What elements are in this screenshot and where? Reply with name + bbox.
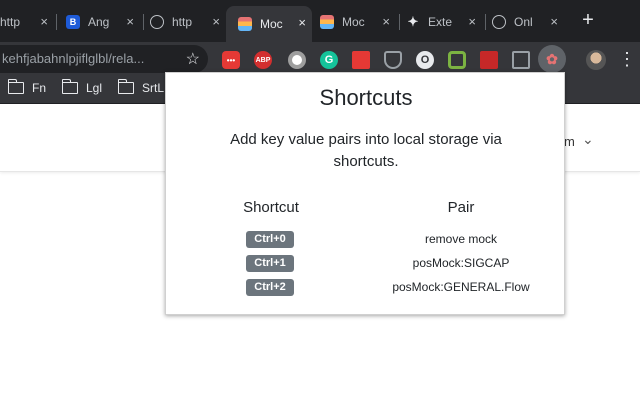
folder-icon: [7, 79, 24, 94]
shortcut-pair: posMock:GENERAL.Flow: [392, 280, 530, 294]
active-extension-button[interactable]: ✿: [538, 45, 566, 73]
close-icon[interactable]: ×: [40, 14, 48, 30]
address-bar[interactable]: kehfjabahnlpjiflglbl/rela... ☆: [0, 45, 208, 73]
book-extension-icon[interactable]: [480, 51, 498, 69]
pocket-icon[interactable]: [384, 51, 402, 69]
mock-extension-icon: [238, 17, 252, 31]
shortcut-row: Ctrl+1 posMock:SIGCAP: [166, 255, 566, 273]
shortcut-key-badge: Ctrl+1: [246, 255, 294, 272]
stack-extension-icon[interactable]: [352, 51, 370, 69]
bookmark-star-icon[interactable]: ☆: [186, 49, 200, 69]
bookmark-folder-fn[interactable]: Fn: [7, 79, 47, 95]
folder-icon: [117, 79, 134, 94]
tab-6[interactable]: ✦ Exte ×: [406, 8, 482, 36]
toolbar: kehfjabahnlpjiflglbl/rela... ☆ ••• ABP G…: [0, 42, 640, 76]
tab-separator: [485, 14, 486, 30]
tab-4-active[interactable]: Moc ×: [226, 6, 312, 42]
header-menu-text[interactable]: m: [564, 134, 575, 149]
profile-avatar[interactable]: [586, 50, 606, 70]
tab-4-label: Moc: [260, 17, 283, 31]
chevron-down-icon[interactable]: ⌄: [582, 131, 594, 148]
shortcut-row: Ctrl+2 posMock:GENERAL.Flow: [166, 279, 566, 297]
bookmark-label: SrtL: [142, 81, 165, 95]
tab-separator: [143, 14, 144, 30]
shortcut-row: Ctrl+0 remove mock: [166, 231, 566, 249]
dots-extension-icon[interactable]: •••: [222, 51, 240, 69]
grammarly-icon[interactable]: G: [320, 51, 338, 69]
kebab-icon: ⋮: [618, 49, 636, 69]
globe-icon: [150, 15, 164, 29]
tab-2-label: Ang: [88, 15, 110, 29]
tab-7[interactable]: Onl ×: [492, 8, 564, 36]
popup-description: Add key value pairs into local storage v…: [230, 131, 502, 170]
tab-separator: [399, 14, 400, 30]
extension-popup: Shortcuts Add key value pairs into local…: [165, 72, 565, 315]
square-extension-icon[interactable]: [512, 51, 530, 69]
close-icon[interactable]: ×: [212, 14, 220, 30]
bookmark-folder-srtl[interactable]: SrtL: [117, 79, 165, 95]
close-icon[interactable]: ×: [382, 14, 390, 30]
green-extension-icon[interactable]: [448, 51, 466, 69]
tab-separator: [56, 14, 57, 30]
tab-1-label: http: [0, 15, 21, 29]
tab-3-label: http: [172, 15, 193, 29]
bootstrap-icon: B: [66, 15, 80, 29]
tab-5[interactable]: Moc ×: [320, 8, 396, 36]
close-icon[interactable]: ×: [126, 14, 134, 30]
tab-5-label: Moc: [342, 15, 365, 29]
shortcut-pair: remove mock: [424, 232, 498, 246]
close-icon[interactable]: ×: [550, 14, 558, 30]
popup-title: Shortcuts: [319, 85, 413, 110]
bookmark-folder-lgl[interactable]: Lgl: [61, 79, 103, 95]
shortcut-key-badge: Ctrl+2: [246, 279, 294, 296]
tab-1[interactable]: http ×: [0, 8, 54, 36]
bookmark-label: Fn: [32, 81, 47, 95]
puzzle-icon: ✦: [407, 14, 419, 29]
shortcut-key-badge: Ctrl+0: [246, 231, 294, 248]
globe-icon: [492, 15, 506, 29]
tab-3[interactable]: http ×: [150, 8, 226, 36]
tab-7-label: Onl: [514, 15, 533, 29]
bookmark-label: Lgl: [86, 81, 103, 95]
mock-extension-icon: ✿: [546, 50, 558, 67]
tab-strip: http × B Ang × http × Moc × Moc × ✦ Exte…: [0, 0, 640, 42]
adblock-plus-icon[interactable]: ABP: [254, 51, 272, 69]
mock-extension-icon: [320, 15, 334, 29]
browser-menu-icon[interactable]: ⋮: [618, 50, 636, 68]
shortcut-column-header: Shortcut: [243, 199, 299, 216]
tab-6-label: Exte: [428, 15, 453, 29]
url-text[interactable]: kehfjabahnlpjiflglbl/rela...: [2, 51, 144, 66]
tab-2[interactable]: B Ang ×: [64, 8, 140, 36]
pair-column-header: Pair: [447, 199, 475, 216]
shortcut-pair: posMock:SIGCAP: [412, 256, 510, 270]
o-extension-icon[interactable]: O: [416, 51, 434, 69]
close-icon[interactable]: ×: [468, 14, 476, 30]
new-tab-button[interactable]: +: [578, 10, 598, 30]
close-icon[interactable]: ×: [298, 15, 306, 31]
circle-extension-icon[interactable]: [288, 51, 306, 69]
folder-icon: [61, 79, 78, 94]
